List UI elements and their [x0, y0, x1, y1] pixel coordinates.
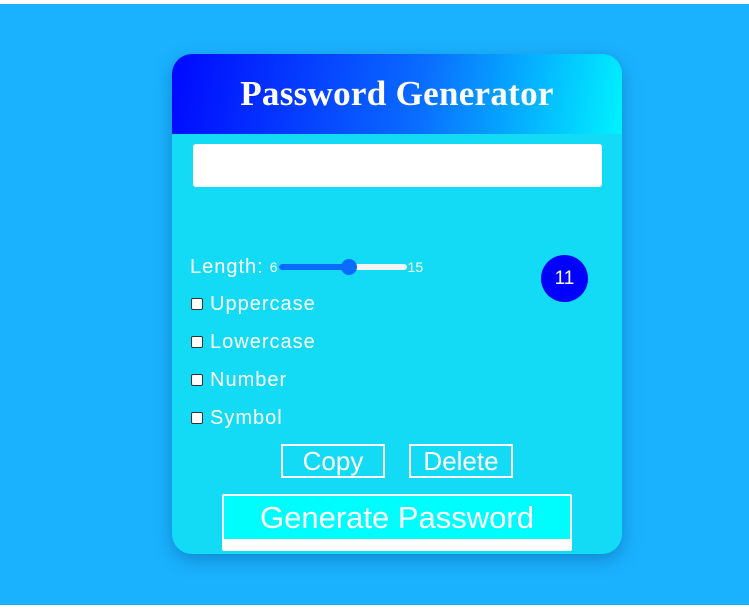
- length-control: Length: 6 15: [190, 253, 423, 281]
- password-output-field[interactable]: [193, 144, 602, 187]
- length-value-badge: 11: [541, 255, 588, 302]
- number-checkbox[interactable]: [191, 374, 203, 386]
- generate-button-frame: Generate Password: [222, 494, 572, 551]
- symbol-checkbox[interactable]: [191, 412, 203, 424]
- card-header: Password Generator: [172, 54, 622, 134]
- option-symbol[interactable]: Symbol: [191, 405, 283, 431]
- lowercase-checkbox[interactable]: [191, 336, 203, 348]
- option-uppercase[interactable]: Uppercase: [191, 291, 316, 317]
- length-label: Length:: [190, 255, 264, 278]
- length-max-label: 15: [407, 259, 424, 275]
- delete-button[interactable]: Delete: [409, 444, 513, 478]
- uppercase-checkbox[interactable]: [191, 298, 203, 310]
- length-slider[interactable]: [278, 259, 407, 275]
- slider-fill: [278, 264, 349, 270]
- length-min-label: 6: [269, 259, 278, 275]
- option-lowercase[interactable]: Lowercase: [191, 329, 316, 355]
- page-background: Password Generator Length: 6 15 11 Upper…: [0, 4, 749, 605]
- option-label: Number: [210, 368, 288, 391]
- option-label: Lowercase: [210, 330, 316, 353]
- option-label: Symbol: [210, 406, 283, 429]
- option-number[interactable]: Number: [191, 367, 287, 393]
- option-label: Uppercase: [210, 292, 316, 315]
- slider-thumb[interactable]: [340, 259, 357, 275]
- page-title: Password Generator: [240, 74, 554, 113]
- password-generator-card: Password Generator Length: 6 15 11 Upper…: [172, 54, 622, 554]
- generate-password-button[interactable]: Generate Password: [224, 496, 570, 539]
- copy-button[interactable]: Copy: [281, 444, 385, 478]
